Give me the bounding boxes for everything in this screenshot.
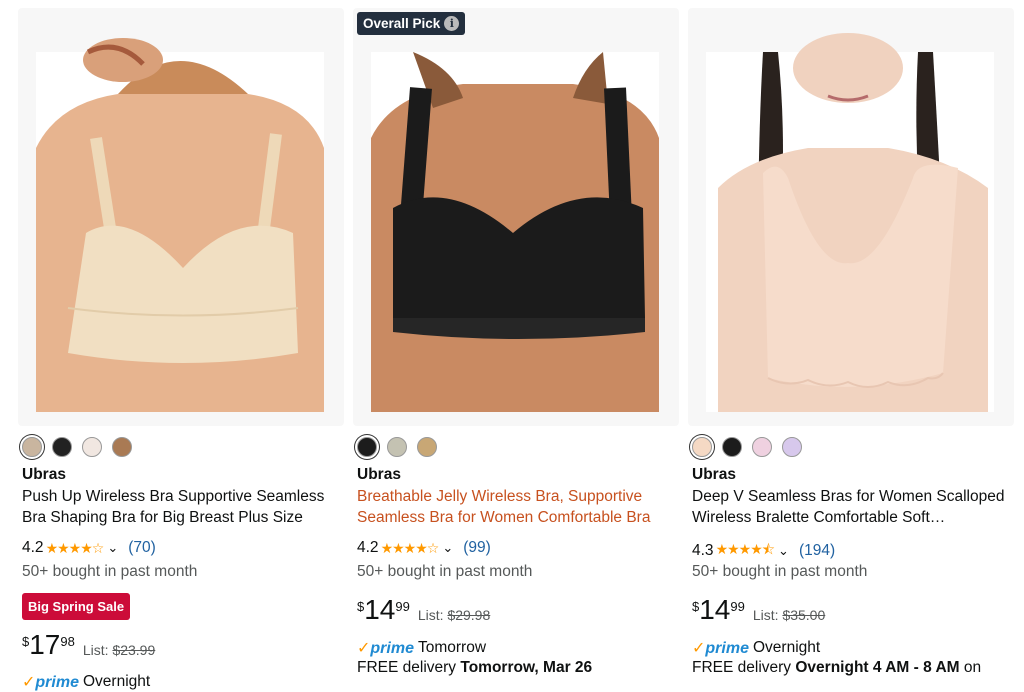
info-icon[interactable]: i (444, 16, 460, 31)
color-swatch[interactable] (752, 437, 772, 457)
title-line: Breathable Jelly Wireless Bra, Supportiv… (357, 488, 643, 505)
chevron-down-icon[interactable]: ⌄ (778, 543, 789, 559)
rating-row: 4.2 ★★★★☆ ⌄ (99) (357, 539, 491, 557)
product-image[interactable] (353, 8, 679, 426)
color-swatches (22, 437, 132, 457)
price-row[interactable]: $ 17 98 List: $23.99 (22, 630, 155, 660)
prime-logo-icon: ✓prime (692, 640, 749, 657)
price-whole: 14 (364, 594, 396, 625)
color-swatch[interactable] (417, 437, 437, 457)
badge-label: Overall Pick (363, 16, 441, 31)
price-fraction: 99 (395, 599, 410, 614)
overall-pick-badge[interactable]: Overall Pick i (357, 12, 466, 35)
prime-logo-icon: ✓prime (357, 640, 414, 657)
prime-delivery-text: Tomorrow (417, 639, 487, 656)
bought-count: 50+ bought in past month (22, 563, 198, 580)
review-count-link[interactable]: (194) (799, 542, 835, 560)
rating-value: 4.2 (22, 539, 44, 556)
brand-name: Ubras (22, 466, 66, 483)
color-swatch[interactable] (692, 437, 712, 457)
product-title[interactable]: Deep V Seamless Bras for Women Scalloped… (692, 486, 1010, 528)
color-swatches (692, 437, 802, 457)
color-swatch[interactable] (357, 437, 377, 457)
title-line: Deep V Seamless Bras for Women Scalloped (692, 488, 1005, 505)
price-fraction: 98 (60, 634, 75, 649)
price-row[interactable]: $ 14 99 List: $29.98 (357, 595, 490, 625)
rating-value: 4.2 (357, 539, 379, 556)
color-swatch[interactable] (387, 437, 407, 457)
product-title[interactable]: Breathable Jelly Wireless Bra, Supportiv… (357, 486, 675, 528)
color-swatch[interactable] (722, 437, 742, 457)
price-whole: 14 (699, 594, 731, 625)
bought-count: 50+ bought in past month (692, 563, 868, 580)
list-price: List: $23.99 (82, 642, 156, 658)
prime-logo-icon: ✓prime (22, 674, 79, 691)
price-symbol: $ (22, 634, 30, 649)
title-line: Seamless Bra for Women Comfortable Bra (357, 509, 651, 526)
sale-badge: Big Spring Sale (22, 593, 131, 620)
prime-row: ✓prime Overnight (22, 672, 150, 692)
color-swatch[interactable] (112, 437, 132, 457)
rating-row: 4.3 ★★★★⯪ ⌄ (194) (692, 539, 835, 563)
list-price: List: $29.98 (417, 607, 491, 623)
prime-row: ✓prime Tomorrow (357, 638, 486, 658)
star-rating-icon[interactable]: ★★★★☆ (46, 540, 105, 557)
title-line: Push Up Wireless Bra Supportive Seamless (22, 488, 325, 505)
review-count-link[interactable]: (99) (463, 539, 491, 557)
price-symbol: $ (357, 599, 365, 614)
star-rating-icon[interactable]: ★★★★☆ (381, 540, 440, 557)
product-image[interactable] (688, 8, 1014, 426)
product-card: Ubras Deep V Seamless Bras for Women Sca… (688, 0, 1014, 680)
brand-name: Ubras (357, 466, 401, 483)
title-line: Bra Shaping Bra for Big Breast Plus Size (22, 509, 303, 526)
product-image[interactable] (18, 8, 344, 426)
color-swatch[interactable] (82, 437, 102, 457)
delivery-info: FREE delivery Overnight 4 AM - 8 AM on (692, 659, 982, 676)
bought-count: 50+ bought in past month (357, 563, 533, 580)
price-symbol: $ (692, 599, 700, 614)
color-swatch[interactable] (52, 437, 72, 457)
rating-row: 4.2 ★★★★☆ ⌄ (70) (22, 539, 156, 557)
product-title[interactable]: Push Up Wireless Bra Supportive Seamless… (22, 486, 340, 528)
title-line: Wireless Bralette Comfortable Soft… (692, 509, 946, 526)
prime-row: ✓prime Overnight (692, 638, 820, 658)
review-count-link[interactable]: (70) (128, 539, 156, 557)
rating-value: 4.3 (692, 542, 714, 559)
color-swatch[interactable] (782, 437, 802, 457)
brand-name: Ubras (692, 466, 736, 483)
price-row[interactable]: $ 14 99 List: $35.00 (692, 595, 825, 625)
list-price: List: $35.00 (752, 607, 826, 623)
prime-delivery-text: Overnight (752, 639, 821, 656)
star-rating-icon[interactable]: ★★★★⯪ (716, 539, 775, 563)
prime-delivery-text: Overnight (82, 673, 151, 690)
product-card: Overall Pick i Ubras Breathable Jelly Wi… (353, 0, 679, 680)
chevron-down-icon[interactable]: ⌄ (107, 540, 118, 556)
delivery-info: FREE delivery Tomorrow, Mar 26 (357, 659, 593, 676)
chevron-down-icon[interactable]: ⌄ (442, 540, 453, 556)
color-swatch[interactable] (22, 437, 42, 457)
color-swatches (357, 437, 437, 457)
product-card: Ubras Push Up Wireless Bra Supportive Se… (18, 0, 344, 691)
price-fraction: 99 (730, 599, 745, 614)
price-whole: 17 (29, 629, 61, 660)
